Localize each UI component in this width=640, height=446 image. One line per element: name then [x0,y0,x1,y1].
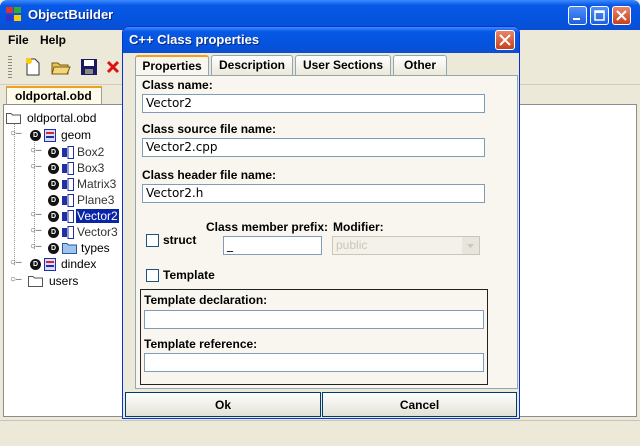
open-button[interactable] [50,56,72,78]
minimize-icon [573,18,580,20]
app-icon [6,7,21,21]
dropdown-arrow[interactable] [462,237,479,254]
class-icon [62,162,74,175]
toolbar-grip[interactable] [8,56,12,78]
member-prefix-label: Class member prefix: [206,220,329,234]
tab-other[interactable]: Other [393,55,447,75]
tree-label: Vector2 [76,209,119,223]
tab-description[interactable]: Description [211,55,293,75]
tree-label: Matrix3 [77,177,117,191]
class-name-field[interactable]: Vector2 [142,94,485,113]
dialog-close-button[interactable] [495,30,515,50]
tree-label: Box2 [77,145,105,159]
database-badge-icon: D [48,163,59,174]
template-declaration-label: Template declaration: [144,293,268,307]
header-file-field[interactable]: Vector2.h [142,184,485,203]
class-icon [62,146,74,159]
template-label: Template [163,268,215,282]
package-icon [44,258,56,271]
properties-panel: Class name: Vector2 Class source file na… [135,75,518,389]
tree-label: Vector3 [77,225,118,239]
status-bar [0,420,640,446]
expand-handle-icon[interactable]: ○– [30,161,42,172]
tree-label: types [81,241,110,255]
database-badge-icon: D [48,211,59,222]
folder-icon [28,276,43,287]
save-button[interactable] [78,56,100,78]
new-button[interactable] [22,56,44,78]
template-group: Template declaration: Template reference… [140,289,488,385]
open-folder-icon [51,62,71,75]
ok-button[interactable]: Ok [125,392,321,417]
expand-handle-icon[interactable]: ○– [10,274,22,285]
database-badge-icon: D [48,195,59,206]
tree-label: Plane3 [77,193,115,207]
cancel-button[interactable]: Cancel [322,392,517,417]
tree-label: dindex [61,257,97,271]
delete-button[interactable] [106,56,120,78]
maximize-icon [594,10,605,21]
class-properties-dialog: C++ Class properties Properties Descript… [122,26,520,419]
template-checkbox[interactable] [146,269,159,282]
folder-icon [62,243,77,254]
expand-handle-icon[interactable]: ○– [30,241,42,252]
database-badge-icon: D [30,259,41,270]
new-file-icon [26,58,40,76]
source-file-label: Class source file name: [142,122,277,136]
class-icon [62,210,74,223]
member-prefix-field[interactable]: _ [223,236,322,255]
expand-handle-icon[interactable]: ○– [10,257,22,268]
tree-label: geom [61,128,92,142]
class-icon [62,226,74,239]
source-file-field[interactable]: Vector2.cpp [142,138,485,157]
tree-label: Box3 [77,161,105,175]
database-badge-icon: D [48,243,59,254]
database-badge-icon: D [30,130,41,141]
tab-properties[interactable]: Properties [135,55,209,76]
header-file-label: Class header file name: [142,168,277,182]
modifier-select[interactable]: public [332,236,480,255]
tree-branch-line [14,123,15,265]
app-title: ObjectBuilder [28,7,114,22]
dialog-title: C++ Class properties [129,32,260,47]
expand-handle-icon[interactable]: ○– [10,128,22,139]
folder-icon [6,113,21,124]
close-icon [616,10,627,21]
template-declaration-field[interactable] [144,310,484,329]
menu-help[interactable]: Help [40,33,66,47]
tree-label: oldportal.obd [27,111,97,125]
modifier-label: Modifier: [333,220,384,234]
chevron-down-icon [467,244,474,248]
database-badge-icon: D [48,179,59,190]
minimize-button[interactable] [568,6,587,25]
database-badge-icon: D [48,227,59,238]
class-name-label: Class name: [142,78,213,92]
expand-handle-icon[interactable]: ○– [30,225,42,236]
struct-checkbox[interactable] [146,234,159,247]
maximize-button[interactable] [590,6,609,25]
expand-handle-icon[interactable]: ○– [30,145,42,156]
tab-oldportal[interactable]: oldportal.obd [6,86,102,104]
class-icon [62,178,74,191]
template-reference-field[interactable] [144,353,484,372]
menu-file[interactable]: File [8,33,29,47]
close-icon [499,34,511,46]
template-reference-label: Template reference: [144,337,258,351]
tab-user-sections[interactable]: User Sections [295,55,391,75]
class-icon [62,194,74,207]
expand-handle-icon[interactable]: ○– [30,209,42,220]
save-disk-icon [81,59,97,75]
close-window-button[interactable] [612,6,631,25]
modifier-value: public [336,238,368,252]
dialog-titlebar[interactable]: C++ Class properties [123,27,519,53]
delete-x-icon [106,60,120,74]
struct-label: struct [163,233,197,247]
tree-label: users [49,274,79,288]
database-badge-icon: D [48,147,59,158]
package-icon [44,129,56,142]
